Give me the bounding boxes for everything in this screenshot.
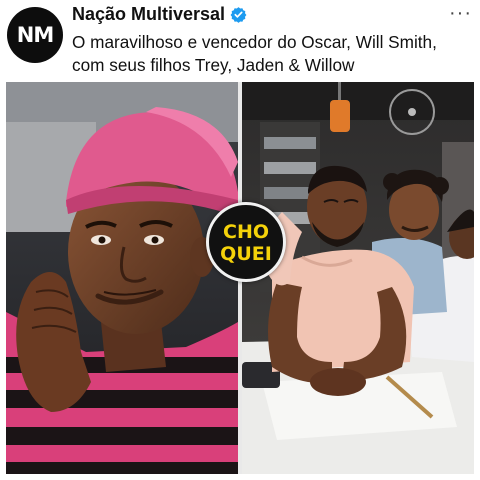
post-media[interactable]: CHO QUEI — [6, 82, 474, 474]
media-image-right — [242, 82, 474, 474]
choquei-logo: CHO QUEI — [220, 221, 272, 265]
account-name[interactable]: Nação Multiversal — [72, 4, 225, 25]
post-header: NM Nação Multiversal ··· O maravilhoso e… — [0, 0, 480, 80]
choquei-stamp: CHO QUEI — [206, 202, 286, 282]
verified-badge-icon — [230, 7, 247, 23]
stamp-line-2: QUEI — [220, 243, 272, 265]
more-options-icon[interactable]: ··· — [449, 3, 472, 23]
account-avatar[interactable]: NM — [7, 7, 63, 63]
post-caption: O maravilhoso e vencedor do Oscar, Will … — [72, 32, 437, 75]
stamp-line-1: CHO — [223, 221, 269, 243]
avatar-initials: NM — [16, 23, 54, 47]
media-image-left — [6, 82, 238, 474]
account-name-row: Nação Multiversal — [72, 4, 247, 25]
